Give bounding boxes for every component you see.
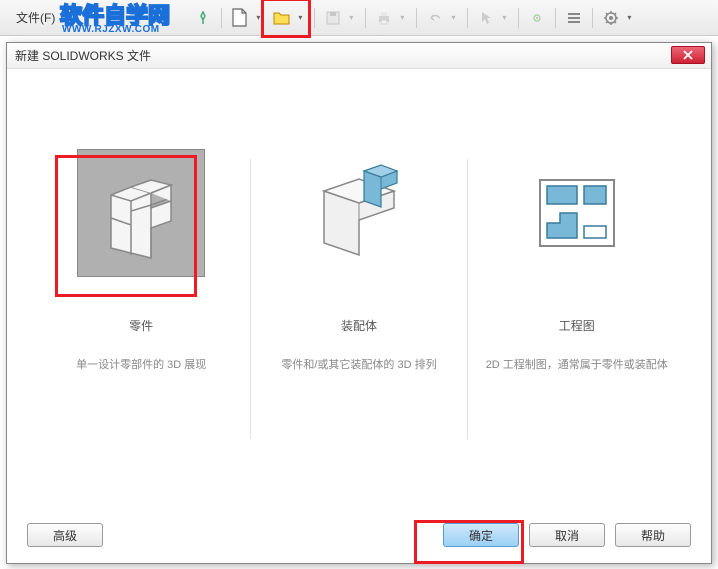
dialog-titlebar: 新建 SOLIDWORKS 文件 [7, 43, 711, 69]
help-button[interactable]: 帮助 [615, 523, 691, 547]
annotation-highlight [55, 155, 197, 297]
options-icon[interactable] [562, 6, 586, 30]
option-title: 装配体 [341, 317, 377, 334]
pin-icon[interactable] [191, 6, 215, 30]
option-desc: 零件和/或其它装配体的 3D 排列 [281, 358, 436, 373]
option-assembly: 装配体 零件和/或其它装配体的 3D 排列 [259, 149, 459, 439]
watermark-url: WWW.RJZXW.COM [62, 24, 160, 35]
dialog-footer: 高级 确定 取消 帮助 [7, 523, 711, 547]
dialog-title: 新建 SOLIDWORKS 文件 [15, 47, 151, 64]
option-drawing: 工程图 2D 工程制图，通常属于零件或装配体 [477, 149, 677, 439]
new-document-icon[interactable] [228, 6, 252, 30]
new-document-dialog: 新建 SOLIDWORKS 文件 零件 单一设计零部件的 3D 展现 [6, 42, 712, 564]
dropdown-icon: ▾ [400, 13, 410, 22]
gear-icon[interactable] [599, 6, 623, 30]
close-button[interactable] [671, 46, 705, 64]
separator [467, 159, 468, 439]
save-icon[interactable] [321, 6, 345, 30]
drawing-icon[interactable] [513, 149, 641, 277]
option-desc: 2D 工程制图，通常属于零件或装配体 [486, 358, 668, 373]
dropdown-icon: ▾ [349, 13, 359, 22]
select-icon[interactable] [474, 6, 498, 30]
undo-icon[interactable] [423, 6, 447, 30]
assembly-icon[interactable] [295, 149, 423, 277]
annotation-highlight [414, 520, 524, 564]
option-title: 工程图 [559, 317, 595, 334]
rebuild-icon[interactable] [525, 6, 549, 30]
dropdown-icon: ▾ [451, 13, 461, 22]
option-title: 零件 [129, 317, 153, 334]
separator [250, 159, 251, 439]
annotation-highlight [261, 0, 311, 38]
cancel-button[interactable]: 取消 [529, 523, 605, 547]
dropdown-icon: ▾ [502, 13, 512, 22]
advanced-button[interactable]: 高级 [27, 523, 103, 547]
option-desc: 单一设计零部件的 3D 展现 [76, 358, 206, 373]
file-menu[interactable]: 文件(F) [8, 5, 63, 30]
print-icon[interactable] [372, 6, 396, 30]
dropdown-icon[interactable]: ▾ [627, 13, 637, 22]
